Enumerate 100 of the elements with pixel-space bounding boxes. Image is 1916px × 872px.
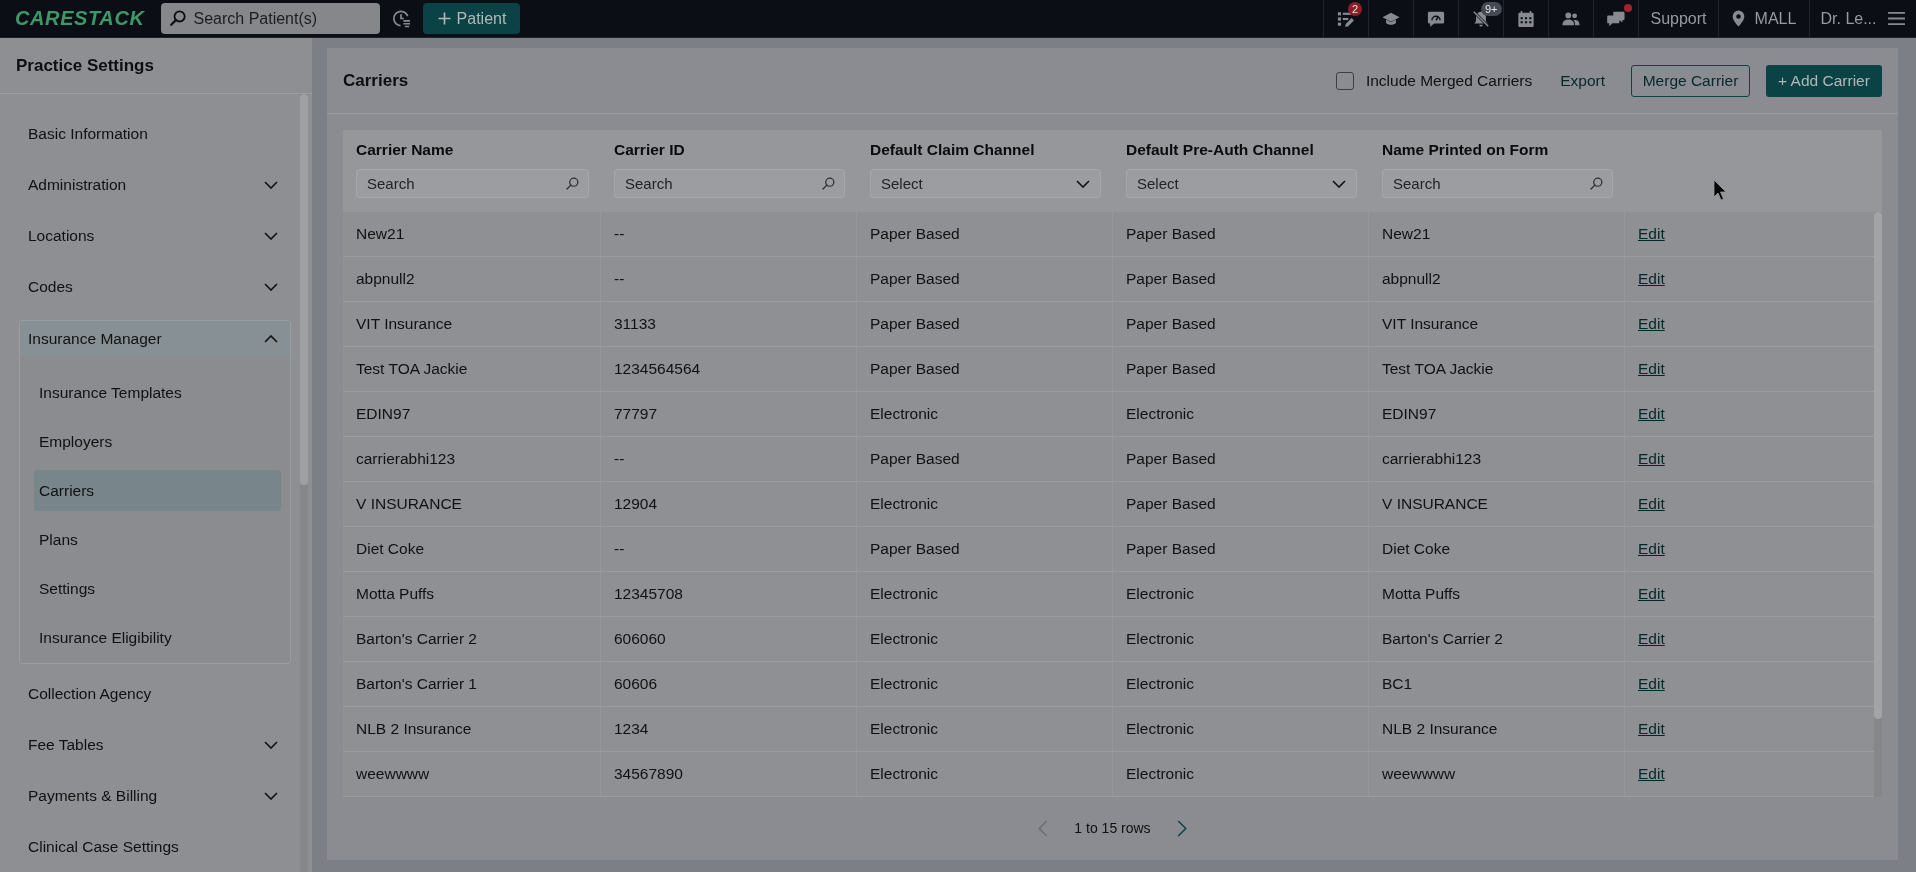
add-patient-button[interactable]: Patient (423, 3, 521, 34)
table-cell: New21 (343, 212, 601, 256)
table-cell: weewwww (343, 752, 601, 796)
sidebar-item[interactable]: Insurance Manager (20, 321, 290, 357)
sidebar-title: Practice Settings (16, 55, 154, 76)
table-cell: Electronic (1113, 707, 1369, 751)
location-button[interactable]: MALL (1731, 9, 1797, 28)
sidebar-subitem[interactable]: Insurance Eligibility (34, 617, 281, 658)
edit-link[interactable]: Edit (1638, 495, 1665, 513)
sidebar-subitem[interactable]: Settings (34, 568, 281, 609)
sidebar-item[interactable]: Basic Information (0, 108, 300, 159)
checkbox[interactable] (1335, 71, 1354, 90)
table-cell: -- (601, 437, 857, 481)
checkbox-label[interactable]: Include Merged Carriers (1365, 71, 1533, 90)
table-cell: Test TOA Jackie (343, 347, 601, 391)
edit-link[interactable]: Edit (1638, 540, 1665, 558)
notification-badge: 9+ (1481, 1, 1502, 16)
merge-carrier-button[interactable]: Merge Carrier (1631, 64, 1750, 97)
table-cell: V INSURANCE (1369, 482, 1625, 526)
table-cell: Electronic (1113, 662, 1369, 706)
edit-link[interactable]: Edit (1638, 630, 1665, 648)
speech-bubble-icon[interactable] (1427, 9, 1445, 28)
sidebar-subitem[interactable]: Carriers (34, 470, 281, 511)
table-cell: Motta Puffs (343, 572, 601, 616)
table-cell: 12904 (601, 482, 857, 526)
export-link[interactable]: Export (1560, 71, 1605, 90)
table-cell: Paper Based (857, 302, 1113, 346)
sidebar-item[interactable]: Fee Tables (0, 719, 300, 770)
table-cell: Paper Based (1113, 347, 1369, 391)
table-cell: carrierabhi123 (1369, 437, 1625, 481)
table-cell: 31133 (601, 302, 857, 346)
edit-link[interactable]: Edit (1638, 585, 1665, 603)
edit-link[interactable]: Edit (1638, 315, 1665, 333)
table-cell: EDIN97 (1369, 392, 1625, 436)
table-cell: Paper Based (1113, 437, 1369, 481)
search-icon (566, 177, 579, 190)
add-carrier-button[interactable]: + Add Carrier (1766, 64, 1882, 97)
table-cell: weewwww (1369, 752, 1625, 796)
table-cell: Paper Based (857, 527, 1113, 571)
table-cell: VIT Insurance (343, 302, 601, 346)
table-cell: Paper Based (1113, 482, 1369, 526)
patient-search-field[interactable]: Search Patient(s) (161, 3, 381, 34)
edit-link[interactable]: Edit (1638, 675, 1665, 693)
table-cell: 1234564564 (601, 347, 857, 391)
table-cell: carrierabhi123 (343, 437, 601, 481)
clock-list-icon[interactable] (392, 9, 412, 28)
table-cell: Paper Based (1113, 212, 1369, 256)
table-cell: NLB 2 Insurance (1369, 707, 1625, 751)
search-field[interactable]: Search (1382, 169, 1613, 198)
table-cell: Diet Coke (343, 527, 601, 571)
calendar-icon[interactable] (1517, 9, 1535, 28)
sidebar-item[interactable]: Administration (0, 159, 300, 210)
pagination-summary: 1 to 15 rows (1074, 820, 1151, 836)
scrollbar-thumb[interactable] (300, 94, 308, 485)
table-cell: Electronic (1113, 752, 1369, 796)
sidebar-item[interactable]: Clinical Case Settings (0, 821, 300, 872)
table-cell: 77797 (601, 392, 857, 436)
edit-link[interactable]: Edit (1638, 225, 1665, 243)
table-cell: 60606 (601, 662, 857, 706)
dropdown-field[interactable]: Select (1126, 169, 1357, 198)
table-cell: Barton's Carrier 1 (343, 662, 601, 706)
table-cell: Electronic (857, 572, 1113, 616)
edit-link[interactable]: Edit (1638, 405, 1665, 423)
sidebar-subitem[interactable]: Insurance Templates (34, 372, 281, 413)
edit-link[interactable]: Edit (1638, 360, 1665, 378)
table-cell: Diet Coke (1369, 527, 1625, 571)
sidebar-item[interactable]: Locations (0, 210, 300, 261)
table-cell: Paper Based (857, 257, 1113, 301)
sidebar-item[interactable]: Payments & Billing (0, 770, 300, 821)
table-cell: VIT Insurance (1369, 302, 1625, 346)
table-cell: Barton's Carrier 2 (1369, 617, 1625, 661)
table-cell: -- (601, 257, 857, 301)
column-header: Default Claim Channel (870, 140, 1036, 160)
table-cell: Paper Based (857, 212, 1113, 256)
edit-link[interactable]: Edit (1638, 765, 1665, 783)
sidebar-subitem[interactable]: Plans (34, 519, 281, 560)
user-menu-button[interactable]: Dr. Le... (1820, 9, 1906, 28)
dropdown-field[interactable]: Select (870, 169, 1101, 198)
chevron-right-icon[interactable] (1176, 819, 1187, 837)
sidebar-item[interactable]: Collection Agency (0, 668, 300, 719)
table-cell: 12345708 (601, 572, 857, 616)
logo[interactable]: CARESTACK (15, 7, 145, 30)
table-cell: Electronic (857, 752, 1113, 796)
search-field[interactable]: Search (614, 169, 845, 198)
sidebar-subitem[interactable]: Employers (34, 421, 281, 462)
chat-bubbles-icon[interactable] (1607, 9, 1625, 28)
column-header: Carrier Name (356, 140, 455, 160)
table-cell: Barton's Carrier 2 (343, 617, 601, 661)
support-link[interactable]: Support (1650, 9, 1707, 28)
table-cell: Electronic (857, 707, 1113, 751)
edit-link[interactable]: Edit (1638, 720, 1665, 738)
table-cell: -- (601, 212, 857, 256)
edit-link[interactable]: Edit (1638, 270, 1665, 288)
chevron-down-icon (1332, 179, 1346, 188)
search-icon (1590, 177, 1603, 190)
edit-link[interactable]: Edit (1638, 450, 1665, 468)
mouse-pointer-icon (1713, 179, 1727, 201)
search-field[interactable]: Search (356, 169, 589, 198)
sidebar-item[interactable]: Codes (0, 261, 300, 312)
table-cell: New21 (1369, 212, 1625, 256)
